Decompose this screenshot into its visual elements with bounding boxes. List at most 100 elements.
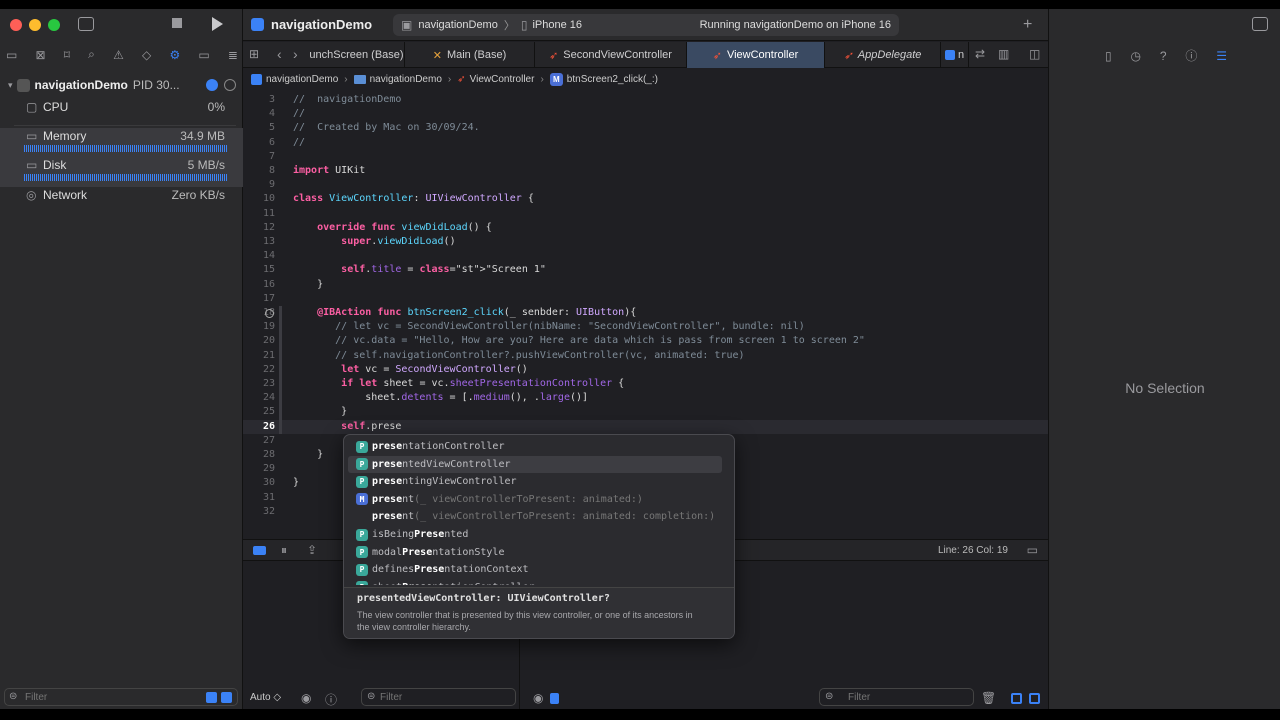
stop-icon[interactable] xyxy=(172,18,182,28)
inspector-toggle-icon[interactable] xyxy=(1252,17,1268,31)
find-icon[interactable]: ⌕ xyxy=(88,47,95,62)
zoom-window-button[interactable] xyxy=(48,19,60,31)
completion-item[interactable]: Mpresent(_ viewControllerToPresent: anim… xyxy=(348,491,722,508)
tab-launchscreen[interactable]: unchScreen (Base) xyxy=(309,42,405,68)
source-control-icon[interactable]: ⊠ xyxy=(36,48,46,62)
line-number[interactable]: 10 xyxy=(243,192,275,206)
completion-list[interactable]: PpresentationController PpresentedViewCon… xyxy=(344,435,734,585)
info-icon[interactable]: ⓘ xyxy=(325,691,337,708)
completion-item[interactable]: PpresentingViewController xyxy=(348,473,722,490)
variables-filter-input[interactable] xyxy=(380,690,500,704)
code-line[interactable]: 14 xyxy=(243,249,1048,263)
line-number[interactable]: 22 xyxy=(243,363,275,377)
tab-secondviewcontroller[interactable]: ➶ SecondViewController xyxy=(535,42,687,68)
forward-icon[interactable]: › xyxy=(293,46,298,62)
code-line[interactable]: 11 xyxy=(243,207,1048,221)
line-number[interactable]: 8 xyxy=(243,164,275,178)
tab-viewcontroller[interactable]: ➶ ViewController xyxy=(687,42,825,68)
continue-icon[interactable]: ⇪ xyxy=(307,543,317,557)
breadcrumb-item[interactable]: ViewController xyxy=(470,74,535,85)
line-number[interactable]: 31 xyxy=(243,491,275,505)
help-icon[interactable]: ? xyxy=(1160,49,1167,63)
code-line[interactable]: 22 let vc = SecondViewController() xyxy=(243,363,1048,377)
code-line[interactable]: 23 if let sheet = vc.sheetPresentationCo… xyxy=(243,377,1048,391)
scheme-name[interactable]: navigationDemo xyxy=(418,19,498,31)
auto-selector[interactable]: Auto ◇ xyxy=(250,692,281,703)
code-line[interactable]: 25 } xyxy=(243,405,1048,419)
line-number[interactable]: 12 xyxy=(243,221,275,235)
breadcrumb-item[interactable]: btnScreen2_click(_:) xyxy=(567,74,658,85)
eye-icon[interactable]: ◉ xyxy=(533,691,543,705)
toggle-debug-area-icon[interactable] xyxy=(253,546,266,555)
completion-item[interactable]: PpresentedViewController xyxy=(348,455,722,473)
swap-icon[interactable]: ⇄ xyxy=(975,47,985,61)
gauge-disk[interactable]: ▭ Disk 5 MB/s xyxy=(0,157,243,187)
line-number[interactable]: 24 xyxy=(243,391,275,405)
report-icon[interactable]: ≣ xyxy=(228,48,238,62)
gauge-memory[interactable]: ▭ Memory 34.9 MB xyxy=(0,128,243,158)
navigator-filter[interactable]: ⊜ xyxy=(4,688,238,706)
code-line[interactable]: 4 // xyxy=(243,107,1048,121)
layout-icon[interactable]: ▭ xyxy=(1027,543,1038,557)
gauge-cpu[interactable]: ▢ CPU 0% xyxy=(0,98,243,128)
code-line[interactable]: 5 // Created by Mac on 30/09/24. xyxy=(243,121,1048,135)
code-line[interactable]: 15 self.title = class="st">"Screen 1" xyxy=(243,263,1048,277)
navigator-filter-input[interactable] xyxy=(25,690,185,704)
code-line[interactable]: 16 } xyxy=(243,278,1048,292)
code-line[interactable]: 21 // self.navigationController?.pushVie… xyxy=(243,349,1048,363)
line-number[interactable]: 16 xyxy=(243,278,275,292)
line-number[interactable]: 4 xyxy=(243,107,275,121)
code-line[interactable]: 3 // navigationDemo xyxy=(243,93,1048,107)
line-number[interactable]: 23 xyxy=(243,377,275,391)
code-line[interactable]: 8 import UIKit xyxy=(243,164,1048,178)
bookmark-icon[interactable]: ⌑ xyxy=(64,48,70,62)
console-filter-input[interactable] xyxy=(848,690,958,704)
line-number[interactable]: 29 xyxy=(243,462,275,476)
code-line[interactable]: 12 override func viewDidLoad() { xyxy=(243,221,1048,235)
sidebar-toggle-icon[interactable] xyxy=(78,17,94,31)
eye-icon[interactable]: ◉ xyxy=(301,691,311,705)
code-line[interactable]: 19 // let vc = SecondViewController(nibN… xyxy=(243,320,1048,334)
minimize-window-button[interactable] xyxy=(29,19,41,31)
layout-left-icon[interactable] xyxy=(1011,693,1022,704)
code-line[interactable]: 17 xyxy=(243,292,1048,306)
code-line[interactable]: 9 xyxy=(243,178,1048,192)
code-line[interactable]: 13 super.viewDidLoad() xyxy=(243,235,1048,249)
breakpoint-icon[interactable]: ▭ xyxy=(198,48,209,62)
completion-item[interactable]: PmodalPresentationStyle xyxy=(348,544,722,561)
breakpoints-icon[interactable]: ⏸ xyxy=(281,543,287,558)
line-number[interactable]: 21 xyxy=(243,349,275,363)
editor-options-icon[interactable]: ▥ xyxy=(998,47,1009,61)
activity-view[interactable]: ▣ navigationDemo 〉 ▯ iPhone 16 Running n… xyxy=(393,14,899,36)
pause-process-icon[interactable] xyxy=(224,79,236,91)
split-editor-icon[interactable]: ◫ xyxy=(1029,47,1040,61)
completion-item[interactable]: PsheetPresentationController xyxy=(348,579,722,585)
close-window-button[interactable] xyxy=(10,19,22,31)
completion-item[interactable]: PdefinesPresentationContext xyxy=(348,561,722,578)
line-number[interactable]: 30 xyxy=(243,476,275,490)
tab-main[interactable]: ✕ Main (Base) xyxy=(405,42,535,68)
line-number[interactable]: 28 xyxy=(243,448,275,462)
disclosure-icon[interactable]: ▾ xyxy=(8,80,13,91)
completion-item[interactable]: PpresentationController xyxy=(348,438,722,455)
connection-outlet-icon[interactable] xyxy=(265,309,274,318)
tab-app[interactable]: n xyxy=(941,42,969,68)
breadcrumb-item[interactable]: navigationDemo xyxy=(370,74,442,85)
history-icon[interactable]: ◷ xyxy=(1130,49,1140,63)
process-row[interactable]: ▾ navigationDemo PID 30... xyxy=(8,78,236,92)
debug-icon[interactable]: ⚙ xyxy=(169,48,180,62)
code-line[interactable]: 26 self.prese xyxy=(243,419,1048,434)
line-number[interactable]: 15 xyxy=(243,263,275,277)
line-number[interactable]: 14 xyxy=(243,249,275,263)
code-line[interactable]: 18 @IBAction func btnScreen2_click(_ sen… xyxy=(243,306,1048,320)
line-number[interactable]: 5 xyxy=(243,121,275,135)
back-icon[interactable]: ‹ xyxy=(277,46,282,62)
device-name[interactable]: iPhone 16 xyxy=(532,19,582,31)
line-number[interactable]: 20 xyxy=(243,334,275,348)
code-line[interactable]: 20 // vc.data = "Hello, How are you? Her… xyxy=(243,334,1048,348)
folder-icon[interactable]: ▭ xyxy=(6,48,17,62)
identity-icon[interactable]: ⓘ xyxy=(1185,47,1197,64)
issue-icon[interactable]: ⚠ xyxy=(113,48,124,62)
code-line[interactable]: 7 xyxy=(243,150,1048,164)
line-number[interactable]: 25 xyxy=(243,405,275,419)
